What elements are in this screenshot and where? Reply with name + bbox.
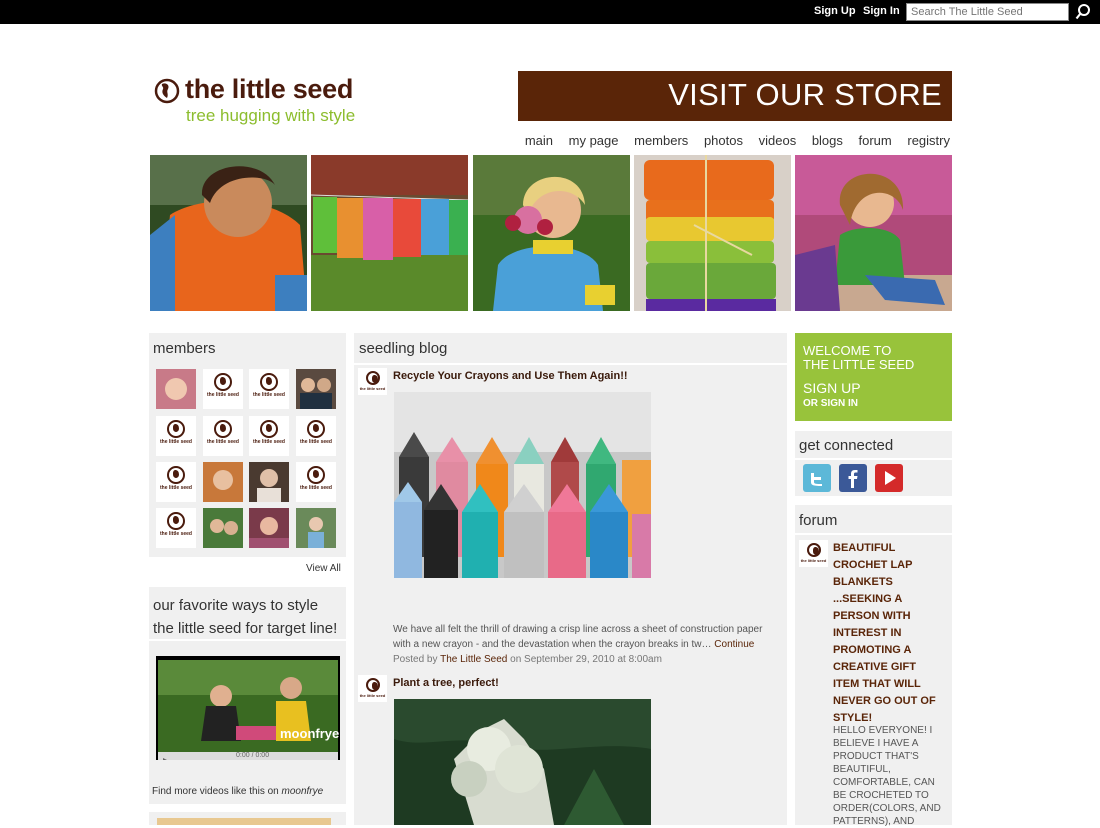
search-button[interactable] — [1075, 3, 1091, 21]
get-connected-heading: get connected — [799, 437, 894, 454]
post-title[interactable]: Plant a tree, perfect! — [393, 677, 499, 689]
forum-post-body: HELLO EVERYONE! I BELIEVE I HAVE A PRODU… — [833, 725, 941, 827]
members-heading: members — [153, 340, 216, 357]
seed-logo-icon — [260, 373, 278, 391]
youtube-icon — [875, 464, 903, 492]
member-avatar-photo[interactable] — [296, 508, 336, 548]
video-player[interactable]: moonfrye 0:00 / 0:00 — [156, 656, 340, 760]
divider — [149, 639, 346, 641]
forum-author-avatar[interactable]: the little seed — [799, 540, 828, 567]
tree-image — [394, 699, 651, 825]
visit-store-banner[interactable]: VISIT OUR STORE — [518, 71, 952, 121]
header-photo-folded-shirts — [634, 155, 791, 311]
header-photo-clothesline — [311, 155, 468, 311]
member-avatar-default[interactable]: the little seed — [156, 508, 196, 548]
header-photo-boy-orange-shirt — [150, 155, 307, 311]
nav-item-main[interactable]: main — [525, 133, 553, 148]
seed-logo-icon — [260, 420, 278, 438]
member-avatar-default[interactable]: the little seed — [156, 462, 196, 502]
moonfrye-link[interactable]: moonfrye — [282, 786, 324, 797]
post-author-link[interactable]: The Little Seed — [440, 654, 507, 665]
sign-in-link[interactable]: Sign In — [863, 5, 900, 17]
member-avatar-photo[interactable] — [249, 508, 289, 548]
next-panel-image — [157, 818, 331, 825]
blog-heading: seedling blog — [359, 340, 448, 357]
youtube-button[interactable] — [875, 464, 903, 492]
post-date: September 29, 2010 at 8:00am — [524, 654, 662, 665]
member-avatar-default[interactable]: the little seed — [203, 369, 243, 409]
post-author-avatar[interactable]: the little seed — [358, 675, 387, 702]
site-title: the little seed — [185, 74, 354, 104]
search-icon — [1075, 4, 1090, 20]
nav-item-forum[interactable]: forum — [859, 133, 892, 148]
member-avatar-photo[interactable] — [203, 508, 243, 548]
seed-logo-icon — [806, 543, 821, 557]
forum-post-title[interactable]: BEAUTIFUL CROCHET LAP BLANKETS ...SEEKIN… — [833, 540, 945, 727]
twitter-button[interactable] — [803, 464, 831, 492]
seed-logo-icon — [307, 420, 325, 438]
seed-globe-icon — [154, 78, 180, 104]
divider — [795, 458, 952, 460]
crayons-image — [394, 392, 651, 578]
post-meta: Posted by The Little Seed on September 2… — [393, 654, 662, 665]
member-avatar-default[interactable]: the little seed — [249, 369, 289, 409]
member-avatar-default[interactable]: the little seed — [296, 462, 336, 502]
seed-logo-icon — [167, 466, 185, 484]
header-photo-girl-sitting — [795, 155, 952, 311]
find-more-text: Find more videos like this on — [152, 786, 279, 797]
seed-logo-icon — [307, 466, 325, 484]
top-bar: Sign Up Sign In — [0, 0, 1100, 24]
welcome-box: WELCOME TO THE LITTLE SEED SIGN UP OR SI… — [795, 333, 952, 421]
view-all-members-link[interactable]: View All — [306, 563, 341, 574]
post-author-avatar[interactable]: the little seed — [358, 368, 387, 395]
nav-item-my-page[interactable]: my page — [569, 133, 619, 148]
member-avatar-default[interactable]: the little seed — [296, 416, 336, 456]
welcome-sign-up-link[interactable]: SIGN UP — [803, 380, 861, 396]
welcome-sign-in-link[interactable]: OR SIGN IN — [803, 398, 858, 409]
continue-link[interactable]: Continue — [714, 639, 754, 650]
seed-logo-icon — [365, 371, 380, 385]
seed-logo-icon — [167, 420, 185, 438]
member-avatar-default[interactable]: the little seed — [249, 416, 289, 456]
seed-logo-icon — [365, 678, 380, 692]
member-avatar-photo[interactable] — [296, 369, 336, 409]
search-input[interactable] — [906, 3, 1069, 21]
header-photo-girl-flowers — [473, 155, 630, 311]
divider — [795, 533, 952, 535]
seed-logo-icon — [167, 512, 185, 530]
divider — [354, 363, 787, 365]
member-avatar-photo[interactable] — [203, 462, 243, 502]
nav-item-registry[interactable]: registry — [907, 133, 950, 148]
sign-up-link[interactable]: Sign Up — [814, 5, 856, 17]
member-avatar-photo[interactable] — [156, 369, 196, 409]
facebook-button[interactable] — [839, 464, 867, 492]
play-icon[interactable] — [161, 752, 171, 760]
main-nav: main my page members photos videos blogs… — [513, 133, 950, 148]
member-avatar-default[interactable]: the little seed — [203, 416, 243, 456]
nav-item-photos[interactable]: photos — [704, 133, 743, 148]
seed-logo-icon — [214, 420, 232, 438]
welcome-text: WELCOME TO THE LITTLE SEED — [803, 343, 915, 372]
member-avatar-default[interactable]: the little seed — [156, 416, 196, 456]
find-more-videos: Find more videos like this on moonfrye — [152, 786, 323, 797]
post-excerpt: We have all felt the thrill of drawing a… — [393, 624, 763, 650]
video-time: 0:00 / 0:00 — [236, 752, 270, 759]
nav-item-videos[interactable]: videos — [759, 133, 797, 148]
facebook-icon — [839, 464, 867, 492]
post-title[interactable]: Recycle Your Crayons and Use Them Again!… — [393, 370, 628, 382]
site-tagline: tree hugging with style — [186, 106, 356, 125]
seed-logo-icon — [214, 373, 232, 391]
video-watermark: moonfrye — [280, 726, 340, 741]
member-avatar-photo[interactable] — [249, 462, 289, 502]
nav-item-members[interactable]: members — [634, 133, 688, 148]
forum-heading: forum — [799, 512, 838, 529]
twitter-icon — [803, 464, 831, 492]
video-heading: our favorite ways to style the little se… — [153, 597, 338, 637]
nav-item-blogs[interactable]: blogs — [812, 133, 843, 148]
